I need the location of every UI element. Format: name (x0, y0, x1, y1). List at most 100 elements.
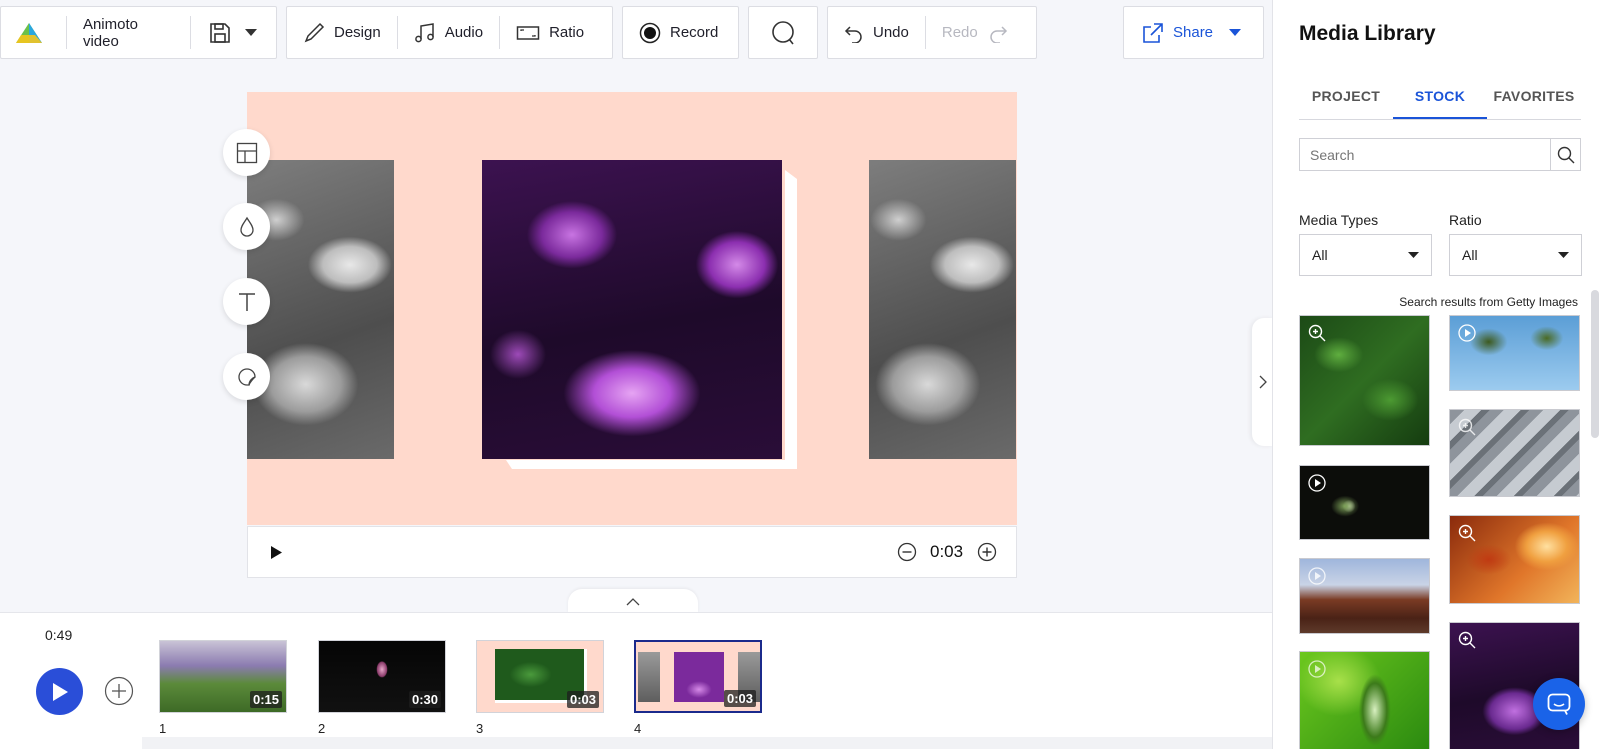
tab-stock[interactable]: STOCK (1393, 84, 1487, 119)
ratio-label: Ratio (549, 24, 585, 41)
block-duration-badge: 0:03 (566, 691, 599, 708)
share-item[interactable]: Share (1124, 7, 1268, 58)
timeline-scrollbar[interactable] (142, 737, 1272, 749)
preview-bubble-icon (772, 20, 794, 44)
stock-result-highway[interactable] (1449, 409, 1580, 497)
stock-result-autumn-leaves[interactable] (1449, 515, 1580, 604)
timeline-collapse-toggle[interactable] (568, 589, 698, 613)
play-icon (52, 682, 68, 701)
undo-label: Undo (873, 24, 909, 41)
text-icon (238, 292, 255, 311)
play-icon[interactable] (270, 546, 282, 559)
chevron-up-icon (626, 597, 640, 605)
stock-result-leaf-video[interactable] (1299, 651, 1430, 749)
jellyfish-left-image (247, 160, 394, 459)
play-circle-icon[interactable] (1308, 567, 1326, 585)
zoom-in-icon[interactable] (1308, 324, 1326, 342)
layout-icon (236, 142, 257, 163)
layout-tool-button[interactable] (223, 129, 270, 176)
block-4-center-image (674, 652, 724, 702)
record-icon (639, 22, 661, 43)
save-icon (210, 22, 230, 43)
search-input[interactable] (1300, 146, 1550, 163)
jellyfish-right-image (869, 160, 1016, 459)
color-tool-button[interactable] (223, 203, 270, 250)
block-preview-stage[interactable] (247, 92, 1017, 525)
media-library-collapse-handle[interactable] (1252, 318, 1274, 446)
chat-icon (1547, 693, 1571, 715)
timeline-block-2[interactable]: 0:30 (318, 640, 446, 713)
block-number: 1 (159, 721, 167, 736)
audio-button[interactable]: Audio (398, 7, 499, 58)
stock-result-palms-video[interactable] (1449, 315, 1580, 391)
record-item[interactable]: Record (623, 7, 734, 58)
timeline-block-3[interactable]: 0:03 (476, 640, 604, 713)
zoom-in-icon[interactable] (1458, 631, 1476, 649)
record-button[interactable]: Record (622, 6, 739, 59)
tab-project[interactable]: PROJECT (1299, 84, 1393, 119)
share-label: Share (1173, 24, 1214, 41)
redo-button[interactable]: Redo (926, 7, 1033, 58)
stock-result-flower-video[interactable] (1299, 465, 1430, 540)
play-circle-icon[interactable] (1308, 474, 1326, 492)
redo-icon (989, 25, 1007, 43)
ratio-button[interactable]: Ratio (500, 7, 600, 58)
increase-duration-icon[interactable] (977, 542, 997, 562)
text-tool-button[interactable] (223, 278, 270, 325)
zoom-in-icon[interactable] (1458, 524, 1476, 542)
caret-down-icon (1408, 251, 1419, 258)
block-duration-readout: 0:03 (930, 542, 964, 561)
animoto-logo-icon (16, 22, 42, 43)
media-types-label: Media Types (1299, 212, 1379, 228)
help-chat-button[interactable] (1533, 678, 1585, 730)
block-duration-badge: 0:15 (249, 691, 282, 708)
play-circle-icon[interactable] (1458, 324, 1476, 342)
design-button[interactable]: Design (287, 7, 397, 58)
block-duration-badge: 0:03 (723, 690, 756, 707)
stock-result-pagoda-video[interactable] (1299, 558, 1430, 634)
sticker-tool-button[interactable] (223, 353, 270, 400)
brush-icon (304, 22, 325, 42)
toolbar-project-group: Animoto video (0, 6, 277, 59)
decrease-duration-icon[interactable] (897, 542, 917, 562)
music-note-icon (414, 22, 434, 42)
toolbar-edit-group: Design Audio Ratio (286, 6, 613, 59)
search-button[interactable] (1550, 139, 1580, 170)
share-icon (1143, 22, 1163, 43)
share-button[interactable]: Share (1123, 6, 1264, 59)
add-block-icon[interactable] (104, 676, 134, 706)
stock-result-basil[interactable] (1299, 315, 1430, 446)
ratio-select[interactable]: All (1449, 234, 1582, 276)
toolbar-history-group: Undo Redo (827, 6, 1037, 59)
search-box (1299, 138, 1581, 171)
timeline-block-4[interactable]: 0:03 (634, 640, 762, 713)
block-duration-badge: 0:30 (408, 691, 441, 708)
storyboard-timeline: 0:49 0:15 1 0:30 2 0:03 3 0:03 4 (0, 612, 1272, 749)
caret-down-icon (244, 28, 257, 36)
aspect-ratio-icon (516, 25, 540, 40)
jellyfish-center-image[interactable] (482, 160, 782, 459)
block-number: 3 (476, 721, 484, 736)
zoom-in-icon[interactable] (1458, 418, 1476, 436)
save-button[interactable] (191, 7, 276, 58)
library-tabs: PROJECT STOCK FAVORITES (1299, 84, 1581, 120)
audio-label: Audio (444, 24, 484, 41)
play-video-button[interactable] (36, 668, 83, 715)
results-scrollbar[interactable] (1591, 290, 1599, 438)
play-circle-icon[interactable] (1308, 660, 1326, 678)
record-label: Record (670, 24, 719, 41)
media-library-panel: Media Library PROJECT STOCK FAVORITES Me… (1272, 0, 1600, 749)
block-4-left-image (638, 652, 660, 702)
undo-icon (844, 25, 862, 43)
media-types-select[interactable]: All (1299, 234, 1432, 276)
redo-label: Redo (941, 24, 978, 41)
ratio-value: All (1462, 247, 1478, 263)
tab-favorites[interactable]: FAVORITES (1487, 84, 1581, 119)
undo-button[interactable]: Undo (828, 7, 925, 58)
preview-button[interactable] (748, 6, 818, 59)
ratio-filter-label: Ratio (1449, 212, 1482, 228)
timeline-block-1[interactable]: 0:15 (159, 640, 287, 713)
animoto-logo[interactable] (1, 7, 66, 58)
caret-down-icon (1229, 28, 1242, 36)
project-name[interactable]: Animoto video (67, 7, 190, 58)
